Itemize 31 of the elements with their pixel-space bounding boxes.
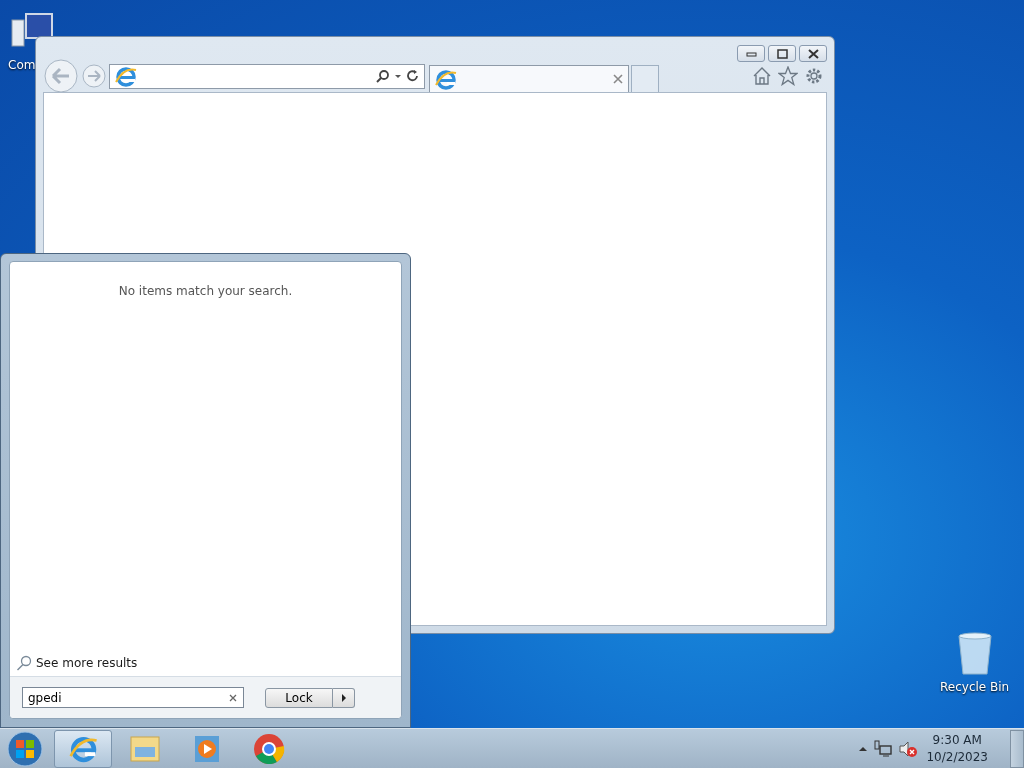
clock-time[interactable]: 9:30 AM [926, 732, 988, 749]
back-button[interactable] [43, 58, 79, 94]
maximize-button[interactable] [768, 45, 796, 62]
minimize-button[interactable] [737, 45, 765, 62]
search-icon[interactable] [376, 69, 390, 83]
volume-icon[interactable] [898, 739, 919, 758]
desktop-icon-label[interactable]: Recycle Bin [940, 678, 1010, 696]
lock-button[interactable]: Lock [265, 687, 333, 708]
clear-icon[interactable] [228, 693, 238, 703]
search-icon [16, 655, 32, 671]
close-button[interactable] [799, 45, 827, 62]
see-more-results-link[interactable]: See more results [36, 654, 138, 672]
no-results-message: No items match your search. [117, 283, 294, 300]
clock-date[interactable]: 10/2/2023 [926, 748, 988, 765]
star-icon[interactable] [778, 66, 798, 86]
close-icon[interactable] [612, 73, 624, 85]
ie-icon [434, 68, 458, 90]
settings-icon[interactable] [804, 66, 824, 86]
network-icon[interactable] [874, 739, 893, 758]
home-icon[interactable] [752, 66, 772, 86]
refresh-icon[interactable] [406, 69, 420, 83]
browser-tab[interactable] [429, 65, 629, 92]
forward-button[interactable] [81, 63, 107, 89]
taskbar-button[interactable] [54, 729, 112, 768]
show-desktop-button[interactable] [1010, 729, 1024, 768]
power-options-button[interactable] [333, 687, 355, 708]
search-field[interactable]: gpedi [22, 687, 244, 708]
ie-icon [114, 65, 138, 87]
new-tab-button[interactable] [631, 65, 659, 92]
desktop-icon-label[interactable]: Com [8, 56, 36, 74]
caret-right-icon [340, 693, 347, 702]
